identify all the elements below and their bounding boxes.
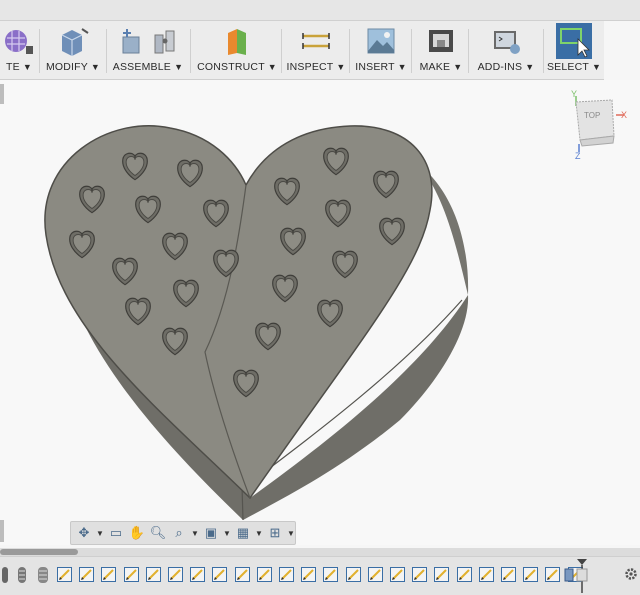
offset-plane-icon [228, 29, 246, 55]
new-component-icon [122, 29, 140, 54]
timeline-sketch-icon[interactable] [478, 567, 494, 582]
timeline-extrude-icon[interactable] [563, 565, 589, 583]
chevron-down-icon: ▼ [90, 62, 101, 72]
chevron-down-icon[interactable]: ▼ [223, 529, 231, 538]
timeline-sketch-icon[interactable] [456, 567, 472, 582]
press-pull-icon [61, 28, 89, 56]
orbit-icon[interactable]: ✥ [75, 524, 93, 542]
pan-icon[interactable]: ✋ [128, 524, 146, 542]
timeline-sketch-icon[interactable] [390, 567, 405, 582]
timeline-sketch-icon[interactable] [367, 567, 383, 582]
chevron-down-icon: ▼ [174, 62, 184, 72]
viewports-icon[interactable]: ⊞ [266, 524, 284, 542]
scripts-icon [494, 31, 520, 54]
construct-menu[interactable]: CONSTRUCT ▼ [196, 21, 278, 79]
look-at-icon[interactable]: ▭ [107, 524, 125, 542]
chevron-down-icon: ▼ [267, 62, 277, 72]
chevron-down-icon: ▼ [525, 62, 535, 72]
chevron-down-icon[interactable]: ▼ [287, 529, 295, 538]
heart-model[interactable] [0, 80, 640, 545]
construct-label: CONSTRUCT [197, 61, 265, 73]
select-menu[interactable]: SELECT ▼ [546, 21, 602, 79]
display-settings-icon[interactable]: ▣ [202, 524, 220, 542]
zoom-window-icon[interactable]: 🔍︎ [149, 524, 167, 542]
insert-label: INSERT [355, 61, 395, 73]
toolbar: TE ▼ MODIFY ▼ ASSEMBLE ▼ CONSTRUCT ▼ INS… [0, 21, 604, 80]
measure-icon [302, 33, 330, 49]
create-solid-icon [5, 30, 33, 54]
timeline [0, 556, 640, 595]
chevron-down-icon: ▼ [336, 62, 346, 72]
timeline-sketch-icon[interactable] [256, 567, 272, 582]
timeline-sketch-icon[interactable] [212, 567, 228, 582]
axis-x-label: X [621, 110, 627, 120]
divider [106, 29, 107, 73]
divider [349, 29, 350, 73]
axis-y-label: Y [571, 89, 577, 99]
select-icon [556, 23, 592, 59]
timeline-sketch-icon[interactable] [545, 567, 561, 582]
axis-z-label: Z [575, 151, 581, 160]
divider [281, 29, 282, 73]
timeline-sketch-icon[interactable] [101, 567, 117, 582]
inspect-menu[interactable]: INSPECT ▼ [286, 21, 346, 79]
make-menu[interactable]: MAKE ▼ [416, 21, 466, 79]
timeline-scrollbar[interactable] [0, 548, 640, 556]
timeline-sketch-icon[interactable] [145, 567, 161, 582]
divider [468, 29, 469, 73]
divider [39, 29, 40, 73]
timeline-sketch-icon[interactable] [412, 567, 428, 582]
chevron-down-icon: ▼ [453, 62, 463, 72]
timeline-sketch-icon[interactable] [57, 567, 72, 582]
canvas-viewport[interactable]: Y X Z TOP [0, 80, 640, 545]
browser-panel-handle[interactable] [0, 84, 4, 104]
timeline-sketch-icon[interactable] [523, 567, 539, 582]
timeline-sketch-icon[interactable] [190, 567, 206, 582]
timeline-sketch-icon[interactable] [123, 567, 139, 582]
3d-print-icon [429, 30, 453, 52]
chevron-down-icon: ▼ [22, 62, 33, 72]
chevron-down-icon: ▼ [397, 62, 407, 72]
divider [543, 29, 544, 73]
timeline-sketch-icon[interactable] [279, 567, 294, 582]
timeline-playback-controls[interactable] [2, 565, 58, 585]
insert-image-icon [367, 28, 395, 54]
timeline-settings-gear-icon[interactable] [624, 567, 638, 581]
assemble-menu[interactable]: ASSEMBLE ▼ [110, 21, 186, 79]
make-label: MAKE [419, 61, 451, 73]
create-menu[interactable]: TE ▼ [0, 21, 38, 79]
comments-panel-handle[interactable] [0, 520, 4, 542]
modify-label: MODIFY [45, 61, 88, 73]
chevron-down-icon[interactable]: ▼ [255, 529, 263, 538]
grid-settings-icon[interactable]: ▦ [234, 524, 252, 542]
zoom-icon[interactable]: ⌕ [170, 524, 188, 542]
divider [411, 29, 412, 73]
view-cube[interactable]: Y X Z TOP [560, 88, 636, 160]
create-label: TE [5, 61, 20, 73]
view-cube-face-label: TOP [584, 111, 600, 120]
timeline-sketch-icon[interactable] [323, 567, 339, 582]
timeline-sketch-icon[interactable] [434, 567, 450, 582]
add-ins-menu[interactable]: ADD-INS ▼ [472, 21, 540, 79]
timeline-sketch-icon[interactable] [79, 567, 95, 582]
chevron-down-icon: ▼ [591, 62, 602, 72]
assemble-label: ASSEMBLE [112, 61, 171, 73]
chevron-down-icon[interactable]: ▼ [96, 529, 104, 538]
insert-menu[interactable]: INSERT ▼ [354, 21, 408, 79]
timeline-sketch-icon[interactable] [234, 567, 250, 582]
inspect-label: INSPECT [286, 61, 334, 73]
timeline-sketch-icon[interactable] [501, 567, 516, 582]
modify-menu[interactable]: MODIFY ▼ [42, 21, 104, 79]
divider [190, 29, 191, 73]
select-label: SELECT [546, 61, 589, 73]
add-ins-label: ADD-INS [477, 61, 523, 73]
chevron-down-icon[interactable]: ▼ [191, 529, 199, 538]
title-strip [0, 0, 640, 21]
timeline-sketch-icon[interactable] [345, 567, 361, 582]
timeline-sketch-icon[interactable] [168, 567, 183, 582]
timeline-scroll-thumb[interactable] [0, 549, 78, 555]
timeline-sketch-icon[interactable] [301, 567, 317, 582]
navigation-bar: ✥ ▼ ▭ ✋ 🔍︎ ⌕ ▼ ▣ ▼ ▦ ▼ ⊞ ▼ [70, 521, 296, 545]
joint-icon [154, 30, 175, 54]
